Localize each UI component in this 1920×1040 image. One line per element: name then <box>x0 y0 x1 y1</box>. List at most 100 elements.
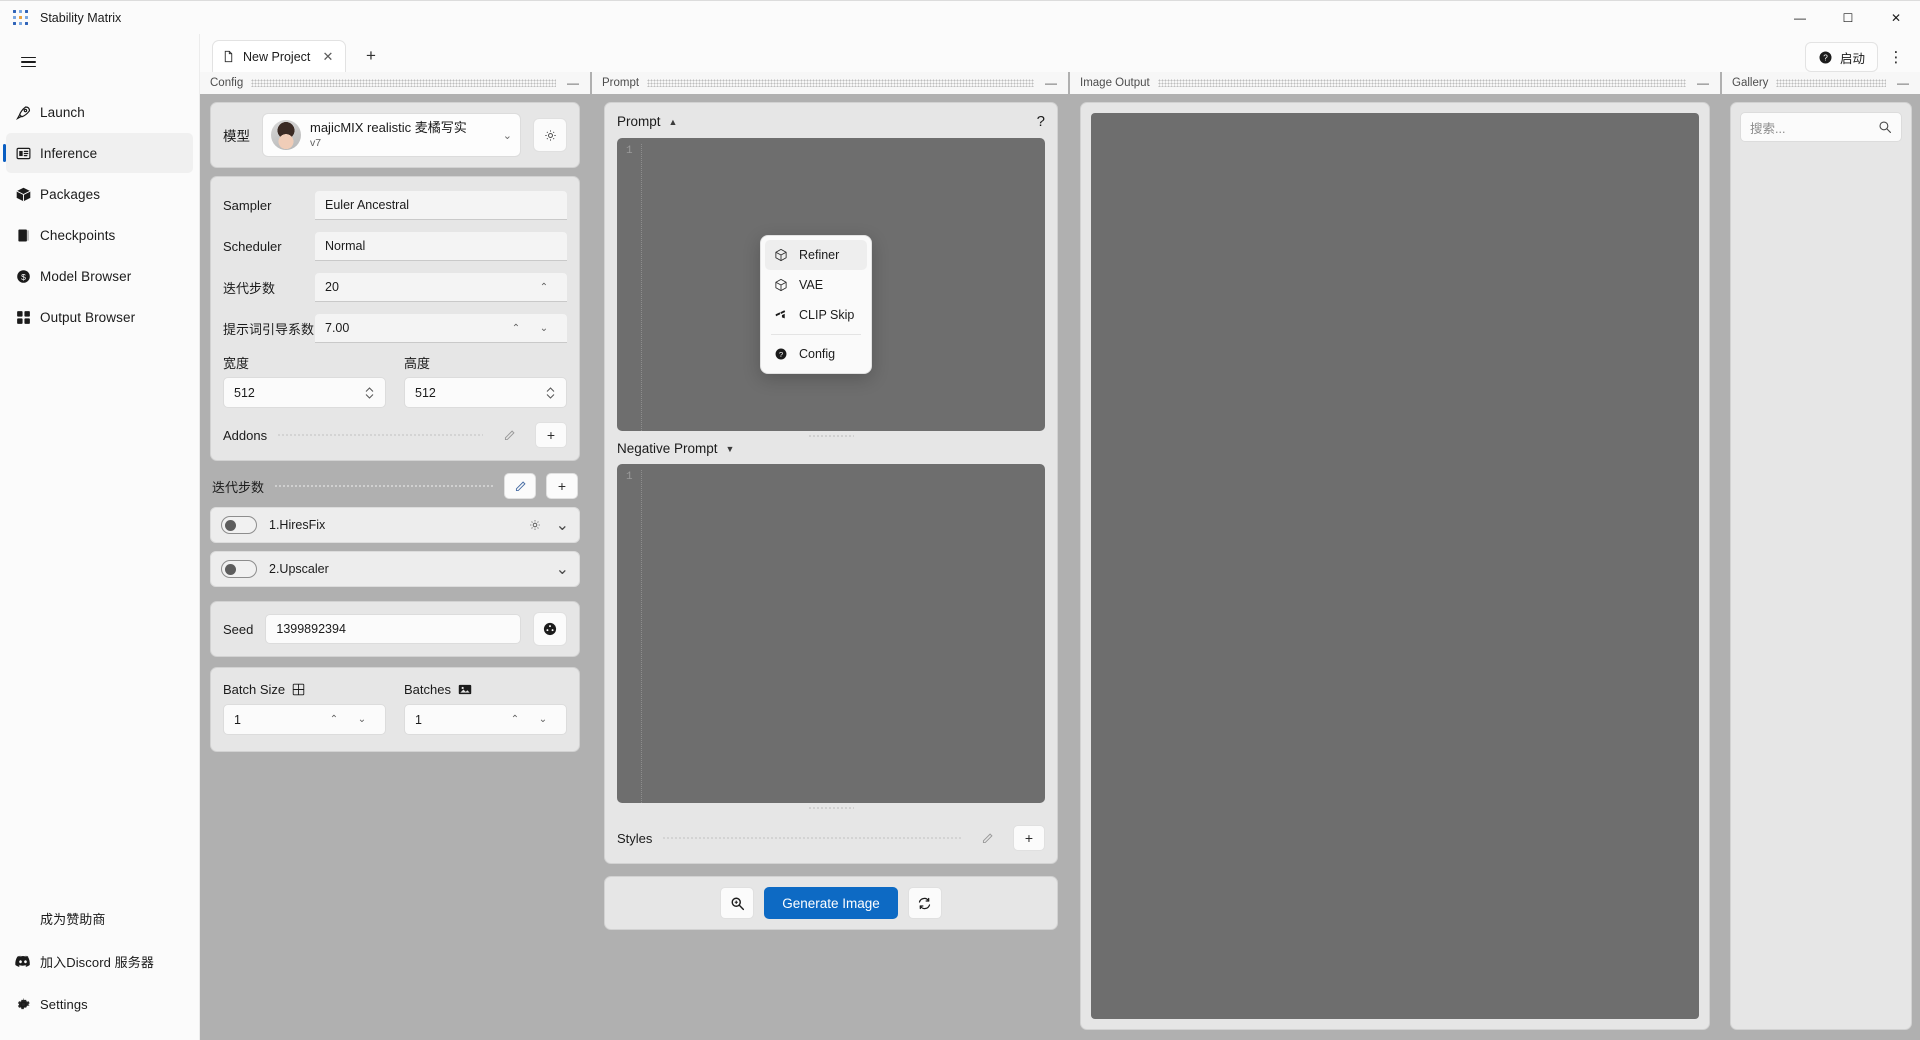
config-panel-header[interactable]: Config — <box>200 72 590 94</box>
styles-row: Styles + <box>617 825 1045 851</box>
drag-gripper[interactable] <box>1157 79 1686 87</box>
grid-squares-icon <box>6 309 40 326</box>
context-menu-item-label: CLIP Skip <box>799 308 855 322</box>
search-icon[interactable] <box>1878 120 1892 134</box>
randomize-seed-button[interactable] <box>533 612 567 646</box>
width-input[interactable]: 512 <box>223 377 386 408</box>
steps-spinner[interactable]: ⌃ <box>531 282 557 293</box>
stepper-icon[interactable] <box>545 385 556 401</box>
batch-size-spinner[interactable]: ⌃ ⌄ <box>321 714 375 725</box>
cfg-spinner[interactable]: ⌃ ⌄ <box>503 323 557 334</box>
drag-gripper[interactable] <box>251 79 556 87</box>
sampler-select[interactable]: Euler Ancestral <box>315 191 567 220</box>
module-toggle[interactable] <box>221 516 257 534</box>
sidebar-item-label: Settings <box>40 996 88 1012</box>
close-button[interactable]: ✕ <box>1872 1 1920 35</box>
chevron-down-icon[interactable]: ⌄ <box>349 714 375 725</box>
chevron-up-icon[interactable]: ⌃ <box>503 323 529 334</box>
styles-splitter[interactable] <box>617 803 1045 813</box>
cfg-scale-input[interactable]: 7.00 ⌃ ⌄ <box>315 314 567 343</box>
minimize-icon[interactable]: — <box>564 77 582 89</box>
context-menu-item-refiner[interactable]: Refiner <box>765 240 867 270</box>
modules-edit-button[interactable] <box>504 473 536 499</box>
styles-edit-button[interactable] <box>971 825 1003 851</box>
scheduler-select[interactable]: Normal <box>315 232 567 261</box>
chevron-down-icon[interactable]: ⌄ <box>531 323 557 334</box>
modules-add-button[interactable]: + <box>546 473 578 499</box>
prompt-panel-header[interactable]: Prompt — <box>592 72 1068 94</box>
model-settings-button[interactable] <box>533 118 567 152</box>
width-label: 宽度 <box>223 356 250 371</box>
context-menu-item-config[interactable]: ? Config <box>765 339 867 369</box>
model-dropdown[interactable]: majicMIX realistic 麦橘写实 v7 ⌄ <box>262 113 521 157</box>
caret-up-icon[interactable]: ▲ <box>669 117 678 127</box>
close-icon[interactable]: ✕ <box>320 49 336 65</box>
help-button[interactable]: ? <box>1037 113 1045 130</box>
minimize-icon[interactable]: — <box>1042 77 1060 89</box>
module-toggle[interactable] <box>221 560 257 578</box>
clip-icon <box>773 308 789 322</box>
negative-prompt-textarea[interactable]: 1 <box>617 464 1045 803</box>
gallery-panel-header[interactable]: Gallery — <box>1722 72 1920 94</box>
maximize-button[interactable]: ☐ <box>1824 1 1872 35</box>
launch-button[interactable]: ? 启动 <box>1804 42 1878 72</box>
stepper-icon[interactable] <box>364 385 375 401</box>
chevron-up-icon[interactable]: ⌃ <box>531 282 557 293</box>
overflow-menu-icon[interactable]: ⋮ <box>1882 42 1910 72</box>
module-item-upscaler[interactable]: 2.Upscaler ⌄ <box>210 551 580 587</box>
sidebar-item-model-browser[interactable]: $ Model Browser <box>6 256 193 296</box>
sidebar-item-become-sponsor[interactable]: 成为赞助商 <box>6 897 194 939</box>
chevron-up-icon[interactable]: ⌃ <box>502 714 528 725</box>
styles-add-button[interactable]: + <box>1013 825 1045 851</box>
height-input[interactable]: 512 <box>404 377 567 408</box>
sidebar-item-settings[interactable]: Settings <box>6 983 194 1025</box>
image-output-panel-header[interactable]: Image Output — <box>1070 72 1720 94</box>
gear-icon[interactable] <box>528 518 542 532</box>
negative-prompt-header: Negative Prompt ▼ <box>617 441 1045 456</box>
line-number: 1 <box>626 471 633 483</box>
context-menu-item-vae[interactable]: VAE <box>765 270 867 300</box>
chevron-down-icon[interactable]: ⌄ <box>556 515 569 535</box>
gallery-search-box[interactable]: 搜索... <box>1740 112 1902 142</box>
chevron-down-icon[interactable]: ⌄ <box>556 559 569 579</box>
chevron-up-icon[interactable]: ⌃ <box>321 714 347 725</box>
image-output-placeholder[interactable] <box>1091 113 1699 1019</box>
context-menu-separator <box>771 334 861 335</box>
workspace: Config — 模型 majicMIX realistic 麦橘写实 v7 ⌄ <box>200 72 1920 1040</box>
refresh-button[interactable] <box>907 887 942 919</box>
sidebar-item-output-browser[interactable]: Output Browser <box>6 297 193 337</box>
context-menu-item-clip-skip[interactable]: CLIP Skip <box>765 300 867 330</box>
module-item-hiresfix[interactable]: 1.HiresFix ⌄ <box>210 507 580 543</box>
sidebar-item-packages[interactable]: Packages <box>6 174 193 214</box>
batches-spinner[interactable]: ⌃ ⌄ <box>502 714 556 725</box>
seed-input[interactable]: 1399892394 <box>265 614 521 644</box>
steps-input[interactable]: 20 ⌃ <box>315 273 567 302</box>
minimize-button[interactable]: — <box>1776 1 1824 35</box>
model-thumbnail <box>271 120 301 150</box>
prompt-splitter[interactable] <box>617 431 1045 441</box>
hamburger-menu-icon[interactable] <box>8 42 48 82</box>
addons-edit-button[interactable] <box>493 422 525 448</box>
sidebar-item-checkpoints[interactable]: Checkpoints <box>6 215 193 255</box>
sidebar-item-discord[interactable]: 加入Discord 服务器 <box>6 940 194 982</box>
chevron-down-icon[interactable]: ⌄ <box>530 714 556 725</box>
gallery-search-input[interactable]: 搜索... <box>1750 118 1872 137</box>
param-row-cfg: 提示词引导系数 7.00 ⌃ ⌄ <box>223 312 567 345</box>
generate-image-button[interactable]: Generate Image <box>764 887 898 919</box>
model-version: v7 <box>310 137 322 150</box>
minimize-icon[interactable]: — <box>1694 77 1712 89</box>
addons-add-button[interactable]: + <box>535 422 567 448</box>
batches-input[interactable]: 1 ⌃ ⌄ <box>404 704 567 735</box>
minimize-icon[interactable]: — <box>1894 77 1912 89</box>
sidebar-item-inference[interactable]: Inference <box>3 133 193 173</box>
param-value: 20 <box>325 280 339 294</box>
context-menu-item-label: Refiner <box>799 248 840 262</box>
zoom-in-button[interactable] <box>720 887 755 919</box>
batch-size-input[interactable]: 1 ⌃ ⌄ <box>223 704 386 735</box>
add-tab-button[interactable]: + <box>356 42 386 70</box>
tab-new-project[interactable]: New Project ✕ <box>212 40 346 72</box>
drag-gripper[interactable] <box>647 79 1034 87</box>
sidebar-item-launch[interactable]: Launch <box>6 92 193 132</box>
drag-gripper[interactable] <box>1776 79 1886 87</box>
caret-down-icon[interactable]: ▼ <box>726 444 735 454</box>
